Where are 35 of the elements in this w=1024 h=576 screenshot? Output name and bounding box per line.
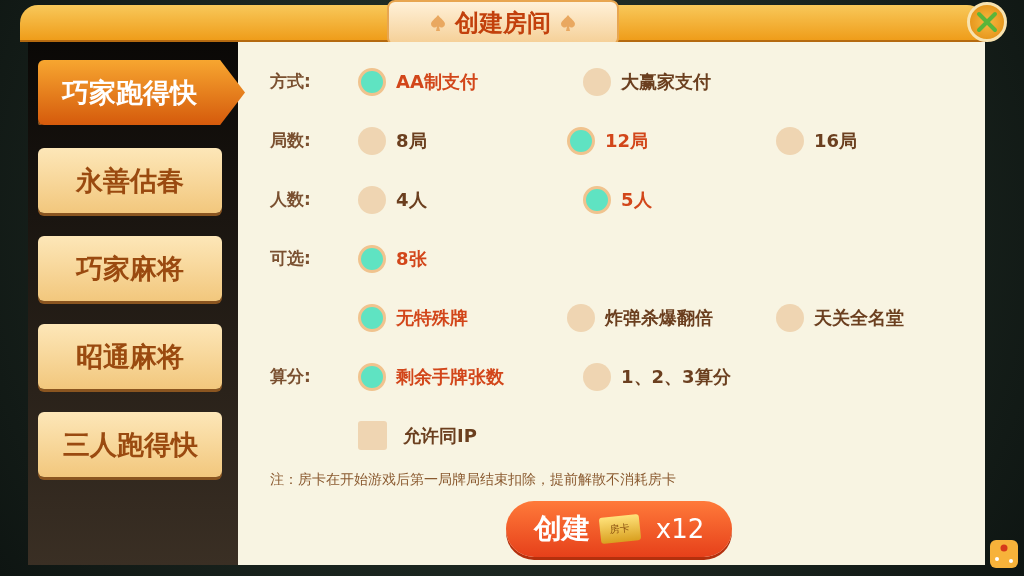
- game-tab[interactable]: 巧家麻将: [38, 236, 222, 301]
- option-label: 局数:: [270, 129, 312, 152]
- radio-option[interactable]: 4人: [358, 185, 583, 214]
- radio-option[interactable]: 12局: [567, 126, 776, 155]
- game-tab[interactable]: 巧家跑得快: [38, 60, 245, 125]
- radio-option[interactable]: AA制支付: [358, 67, 583, 96]
- spade-icon: [560, 15, 575, 31]
- close-button[interactable]: [967, 2, 1007, 42]
- radio-option[interactable]: 无特殊牌: [358, 303, 567, 332]
- create-label: 创建: [533, 511, 590, 547]
- room-card-icon: 房卡: [598, 514, 641, 544]
- dice-icon: [987, 537, 1021, 571]
- card-cost: x12: [655, 514, 705, 544]
- create-button[interactable]: 创建 房卡 x12: [506, 501, 732, 557]
- radio-option[interactable]: 8张: [358, 244, 583, 273]
- radio-option[interactable]: 剩余手牌张数: [358, 362, 583, 391]
- option-label: 人数:: [270, 188, 312, 211]
- radio-option[interactable]: 1、2、3算分: [583, 362, 808, 391]
- option-label: 方式:: [270, 70, 312, 93]
- close-icon: [976, 11, 998, 33]
- dialog-title: 创建房间: [454, 8, 551, 39]
- note-text: 注：房卡在开始游戏后第一局牌局结束扣除，提前解散不消耗房卡: [270, 471, 677, 489]
- game-tab[interactable]: 昭通麻将: [38, 324, 222, 389]
- option-label: 算分:: [270, 365, 312, 388]
- radio-option[interactable]: 16局: [776, 126, 985, 155]
- option-label: 可选:: [270, 247, 312, 270]
- game-tab[interactable]: 三人跑得快: [38, 412, 222, 477]
- game-tab[interactable]: 永善估春: [38, 148, 222, 213]
- radio-option[interactable]: 天关全名堂: [776, 303, 985, 332]
- radio-option[interactable]: 大赢家支付: [583, 67, 808, 96]
- radio-option[interactable]: 8局: [358, 126, 567, 155]
- checkbox-option[interactable]: 允许同IP: [358, 421, 583, 450]
- radio-option[interactable]: 5人: [583, 185, 808, 214]
- radio-option[interactable]: 炸弹杀爆翻倍: [567, 303, 776, 332]
- spade-icon: [430, 15, 445, 31]
